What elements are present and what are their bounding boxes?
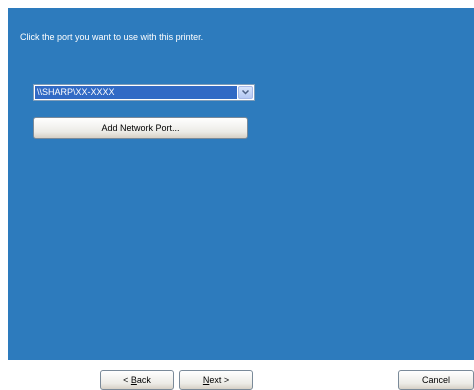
port-select[interactable]: \\SHARP\XX-XXXX: [33, 84, 255, 101]
chevron-down-icon: [242, 90, 249, 95]
next-button[interactable]: Next >: [179, 370, 253, 390]
footer-bar: < Back Next > Cancel: [0, 362, 474, 390]
back-prefix: <: [123, 375, 131, 385]
port-select-value: \\SHARP\XX-XXXX: [35, 86, 237, 99]
back-rest: ack: [136, 375, 151, 385]
cancel-button[interactable]: Cancel: [398, 370, 474, 390]
printer-port-dialog: Click the port you want to use with this…: [0, 0, 474, 390]
content-panel: Click the port you want to use with this…: [8, 8, 474, 360]
next-suffix: >: [221, 375, 230, 385]
dropdown-button[interactable]: [238, 86, 253, 99]
next-rest: ext: [209, 375, 222, 385]
add-network-port-button[interactable]: Add Network Port...: [33, 117, 248, 139]
instruction-text: Click the port you want to use with this…: [20, 32, 204, 42]
back-button[interactable]: < Back: [100, 370, 174, 390]
